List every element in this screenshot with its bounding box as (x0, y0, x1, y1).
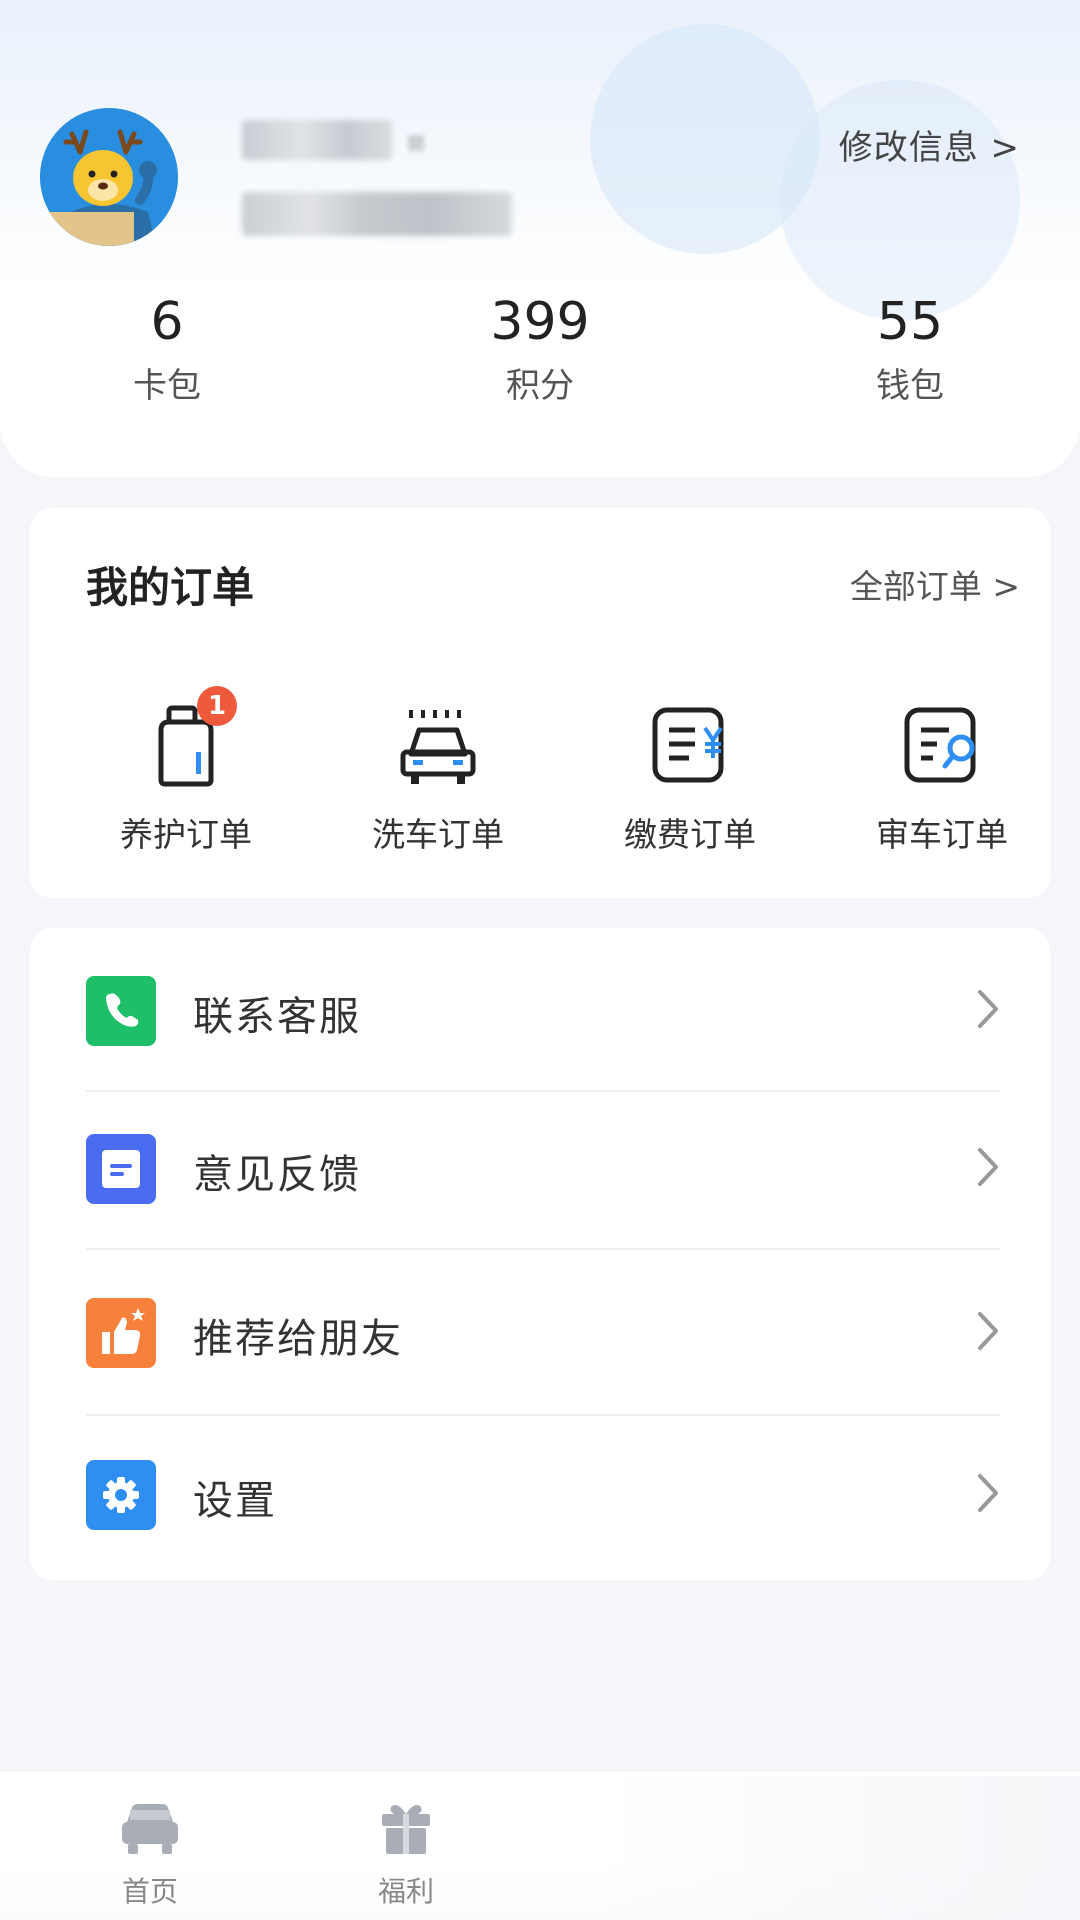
notification-badge: 1 (197, 686, 237, 726)
edit-profile-link[interactable]: 修改信息 > (839, 120, 1020, 169)
menu-item-settings[interactable]: 设置 (30, 1412, 1050, 1570)
avatar[interactable] (40, 108, 178, 246)
profile-page: 修改信息 > 6 卡包 399 积分 55 钱包 我的订单 全部订单 > 1 养… (0, 0, 1080, 1920)
menu-item-recommend[interactable]: 推荐给朋友 (30, 1250, 1050, 1408)
car-icon (118, 1800, 182, 1856)
thumbs-up-icon (86, 1298, 156, 1368)
stat-label: 钱包 (876, 366, 944, 406)
order-label: 审车订单 (876, 815, 1008, 854)
menu-item-customer-service[interactable]: 联系客服 (30, 928, 1050, 1086)
nav-fade-overlay (600, 1776, 1080, 1920)
order-label: 缴费订单 (624, 815, 756, 854)
order-car-wash[interactable]: 洗车订单 (338, 700, 538, 860)
stat-value: 6 (150, 292, 184, 352)
stat-label: 卡包 (133, 366, 201, 406)
stat-label: 积分 (506, 366, 574, 406)
decor-circle (780, 80, 1020, 320)
menu-label: 意见反馈 (193, 1152, 361, 1198)
inspection-search-icon (897, 700, 987, 790)
order-inspection[interactable]: 审车订单 (842, 700, 1042, 860)
maintenance-bottle-icon: 1 (141, 686, 237, 790)
menu-label: 设置 (193, 1478, 277, 1524)
username-blurred (408, 135, 424, 151)
menu-label: 联系客服 (193, 994, 361, 1040)
feedback-icon (86, 1134, 156, 1204)
chevron-right-icon (972, 1144, 1002, 1190)
order-label: 洗车订单 (372, 815, 504, 854)
chevron-right-icon (972, 986, 1002, 1032)
menu-label: 推荐给朋友 (193, 1316, 403, 1362)
order-payment[interactable]: 缴费订单 (590, 700, 790, 860)
gear-icon (86, 1460, 156, 1530)
chevron-right-icon (972, 1308, 1002, 1354)
menu-item-feedback[interactable]: 意见反馈 (30, 1086, 1050, 1244)
chevron-right-icon (972, 1470, 1002, 1516)
settings-menu: 联系客服 意见反馈 推荐给朋友 设置 (30, 928, 1050, 1580)
car-wash-icon (393, 700, 483, 790)
orders-title: 我的订单 (86, 563, 255, 612)
nav-tab-home[interactable]: 首页 (80, 1800, 220, 1910)
stat-value: 399 (490, 292, 590, 352)
all-orders-link[interactable]: 全部订单 > (850, 560, 1020, 608)
stat-card-wallet[interactable]: 6 卡包 (67, 290, 267, 408)
gift-icon (374, 1800, 438, 1856)
stats-row: 6 卡包 399 积分 55 钱包 (0, 290, 1080, 420)
order-maintenance[interactable]: 1 养护订单 (86, 686, 286, 860)
payment-receipt-icon (645, 700, 735, 790)
stat-wallet[interactable]: 55 钱包 (810, 290, 1010, 408)
phone-icon (86, 976, 156, 1046)
my-orders-card: 我的订单 全部订单 > 1 养护订单 洗车订单 缴费订单 审车订单 (30, 508, 1050, 898)
profile-header: 修改信息 > 6 卡包 399 积分 55 钱包 (0, 0, 1080, 477)
nav-label: 首页 (121, 1875, 178, 1908)
deer-mascot-icon (40, 108, 178, 246)
order-label: 养护订单 (120, 815, 252, 854)
stat-points[interactable]: 399 积分 (440, 290, 640, 408)
username-blurred (242, 120, 392, 160)
nav-label: 福利 (377, 1875, 434, 1908)
stat-value: 55 (876, 292, 944, 352)
phone-number-blurred (242, 192, 512, 236)
nav-tab-benefits[interactable]: 福利 (336, 1800, 476, 1910)
